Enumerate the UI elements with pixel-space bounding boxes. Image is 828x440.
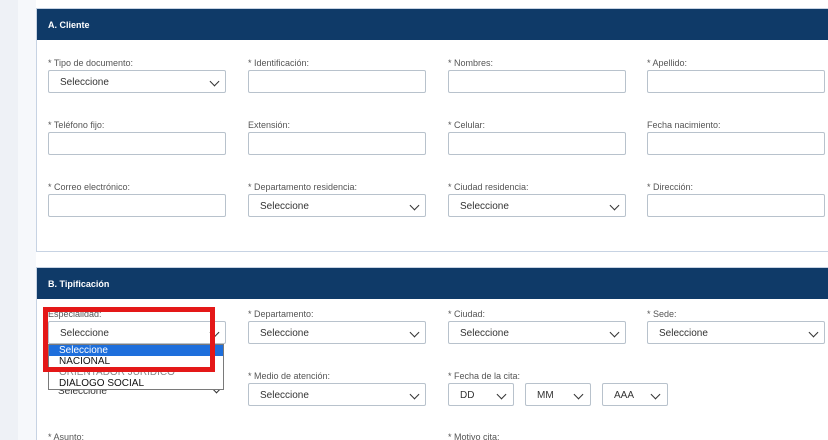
direccion-field: * Dirección:: [647, 182, 825, 217]
tipo-documento-select[interactable]: Seleccione: [48, 70, 226, 93]
section-cliente-title: A. Cliente: [37, 9, 828, 40]
fecha-cita-month-select[interactable]: MM: [525, 383, 591, 406]
departamento-residencia-label: * Departamento residencia:: [248, 182, 358, 192]
chevron-down-icon: [409, 389, 420, 400]
correo-input[interactable]: [48, 194, 226, 217]
identificacion-label: * Identificación:: [248, 58, 310, 68]
chevron-down-icon: [496, 389, 507, 400]
sede-select[interactable]: Seleccione: [647, 321, 825, 344]
correo-field: * Correo electrónico:: [48, 182, 226, 217]
apellido-field: * Apellido:: [647, 58, 825, 93]
medio-atencion-value: Seleccione: [260, 390, 309, 401]
especialidad-label: Especialidad:: [48, 309, 102, 319]
dropdown-option[interactable]: Seleccione: [49, 345, 223, 356]
celular-label: * Celular:: [448, 120, 486, 130]
nombres-field: * Nombres:: [448, 58, 626, 93]
departamento-label: * Departamento:: [248, 309, 314, 319]
chevron-down-icon: [209, 327, 220, 338]
extension-field: Extensión:: [248, 120, 426, 155]
direccion-label: * Dirección:: [647, 182, 694, 192]
ciudad-residencia-select[interactable]: Seleccione: [448, 194, 626, 217]
dropdown-option[interactable]: NACIONAL: [49, 356, 223, 367]
section-cliente: A. Cliente * Tipo de documento: Seleccio…: [36, 8, 828, 252]
chevron-down-icon: [409, 327, 420, 338]
departamento-residencia-field: * Departamento residencia: Seleccione: [248, 182, 426, 217]
fecha-cita-label: * Fecha de la cita:: [448, 371, 521, 381]
nombres-label: * Nombres:: [448, 58, 494, 68]
medio-atencion-field: * Medio de atención: Seleccione: [248, 371, 426, 406]
section-tipificacion-title: B. Tipificación: [37, 268, 828, 299]
background-stripe: [0, 0, 18, 440]
telefono-fijo-label: * Teléfono fijo:: [48, 120, 105, 130]
identificacion-input[interactable]: [248, 70, 426, 93]
departamento-field: * Departamento: Seleccione: [248, 309, 426, 344]
identificacion-field: * Identificación:: [248, 58, 426, 93]
day-value: DD: [460, 390, 475, 401]
especialidad-value: Seleccione: [60, 328, 109, 339]
fecha-cita-year-select[interactable]: AAA: [602, 383, 668, 406]
chevron-down-icon: [808, 327, 819, 338]
ciudad-residencia-label: * Ciudad residencia:: [448, 182, 529, 192]
departamento-residencia-select[interactable]: Seleccione: [248, 194, 426, 217]
ciudad-residencia-field: * Ciudad residencia: Seleccione: [448, 182, 626, 217]
fecha-nacimiento-label: Fecha nacimiento:: [647, 120, 721, 130]
fecha-nacimiento-field: Fecha nacimiento:: [647, 120, 825, 155]
chevron-down-icon: [609, 327, 620, 338]
motivo-cita-label: * Motivo cita:: [448, 432, 500, 440]
asunto-label: * Asunto:: [48, 432, 85, 440]
tipo-documento-field: * Tipo de documento: Seleccione: [48, 58, 226, 93]
especialidad-dropdown-list: Seleccione NACIONAL ORIENTADOR JURÍDICO …: [48, 344, 224, 390]
chevron-down-icon: [650, 389, 661, 400]
tipo-documento-value: Seleccione: [60, 77, 109, 88]
ciudad-label: * Ciudad:: [448, 309, 486, 319]
chevron-down-icon: [209, 76, 220, 87]
ciudad-residencia-value: Seleccione: [460, 201, 509, 212]
tipo-documento-label: * Tipo de documento:: [48, 58, 134, 68]
year-value: AAA: [614, 390, 635, 401]
departamento-select[interactable]: Seleccione: [248, 321, 426, 344]
month-value: MM: [537, 390, 554, 401]
ciudad-field: * Ciudad: Seleccione: [448, 309, 626, 344]
chevron-down-icon: [609, 200, 620, 211]
fecha-cita-day-select[interactable]: DD: [448, 383, 514, 406]
chevron-down-icon: [573, 389, 584, 400]
direccion-input[interactable]: [647, 194, 825, 217]
dropdown-option[interactable]: ORIENTADOR JURÍDICO: [49, 367, 223, 378]
fecha-nacimiento-input[interactable]: [647, 132, 825, 155]
departamento-residencia-value: Seleccione: [260, 201, 309, 212]
ciudad-value: Seleccione: [460, 328, 509, 339]
especialidad-select[interactable]: Seleccione: [48, 321, 226, 344]
celular-input[interactable]: [448, 132, 626, 155]
motivo-cita-field: * Motivo cita:: [448, 432, 500, 440]
celular-field: * Celular:: [448, 120, 626, 155]
medio-atencion-select[interactable]: Seleccione: [248, 383, 426, 406]
asunto-field: * Asunto:: [48, 432, 84, 440]
nombres-input[interactable]: [448, 70, 626, 93]
sede-label: * Sede:: [647, 309, 677, 319]
ciudad-select[interactable]: Seleccione: [448, 321, 626, 344]
fecha-cita-field: * Fecha de la cita: DD MM AAA: [448, 371, 678, 406]
sede-value: Seleccione: [659, 328, 708, 339]
medio-atencion-label: * Medio de atención:: [248, 371, 331, 381]
background-stripe: [18, 0, 36, 440]
sede-field: * Sede: Seleccione: [647, 309, 825, 344]
especialidad-field: Especialidad: Seleccione: [48, 309, 226, 344]
extension-input[interactable]: [248, 132, 426, 155]
correo-label: * Correo electrónico:: [48, 182, 131, 192]
extension-label: Extensión:: [248, 120, 291, 130]
apellido-input[interactable]: [647, 70, 825, 93]
chevron-down-icon: [409, 200, 420, 211]
dropdown-option[interactable]: DIÁLOGO SOCIAL: [49, 378, 223, 389]
telefono-fijo-input[interactable]: [48, 132, 226, 155]
departamento-value: Seleccione: [260, 328, 309, 339]
telefono-fijo-field: * Teléfono fijo:: [48, 120, 226, 155]
apellido-label: * Apellido:: [647, 58, 688, 68]
